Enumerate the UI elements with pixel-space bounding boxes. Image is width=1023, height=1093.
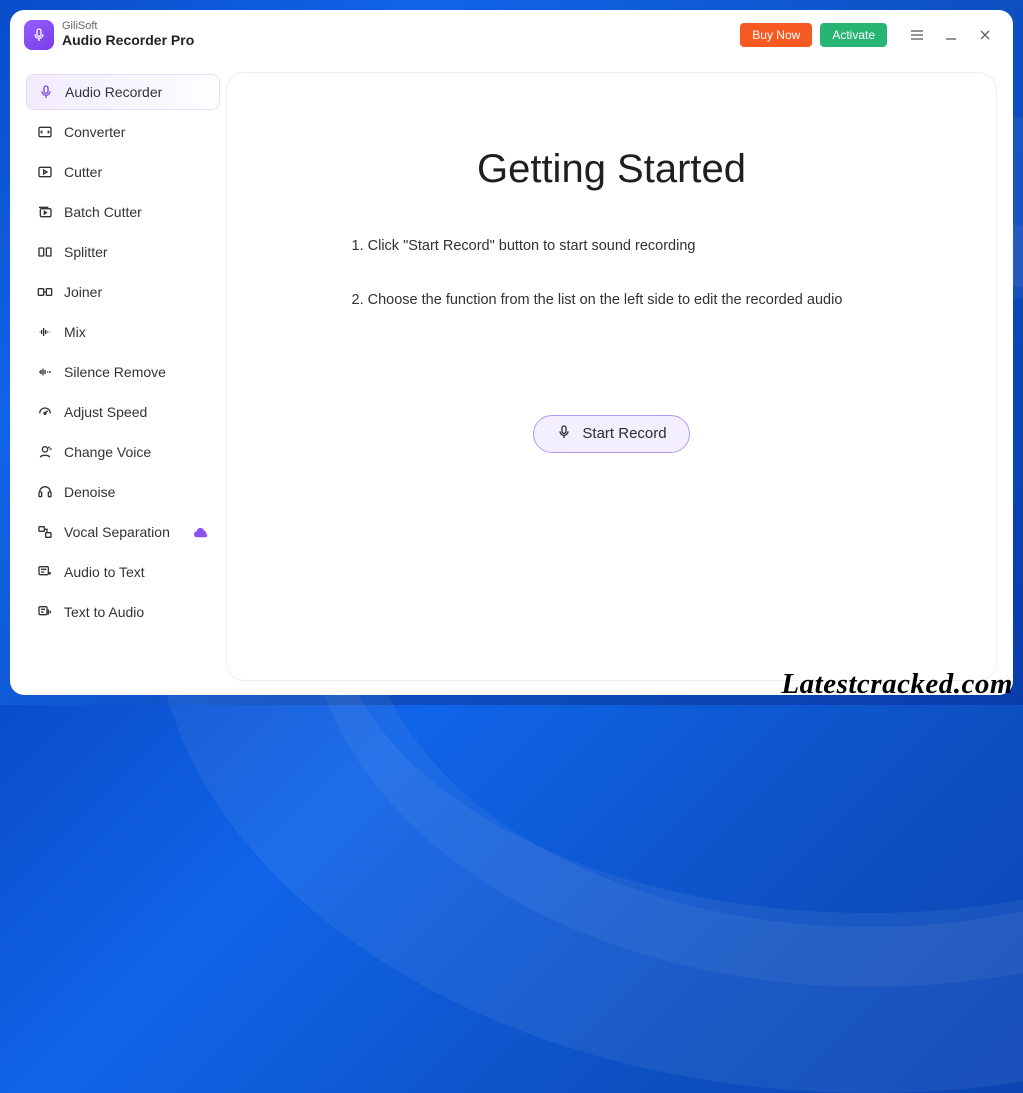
- app-logo: GiliSoft Audio Recorder Pro: [24, 20, 194, 50]
- sidebar-item-label: Converter: [64, 124, 125, 140]
- sidebar-item-label: Silence Remove: [64, 364, 166, 380]
- mix-icon: [36, 323, 54, 341]
- converter-icon: [36, 123, 54, 141]
- audio-to-text-icon: [36, 563, 54, 581]
- cloud-icon: [192, 525, 210, 539]
- instructions: 1. Click "Start Record" button to start …: [352, 236, 872, 345]
- batch-cutter-icon: [36, 203, 54, 221]
- sidebar-item-mix[interactable]: Mix: [26, 314, 220, 350]
- sidebar-item-label: Text to Audio: [64, 604, 144, 620]
- main-content: Getting Started 1. Click "Start Record" …: [220, 60, 1013, 695]
- sidebar-item-label: Batch Cutter: [64, 204, 142, 220]
- sidebar-item-label: Denoise: [64, 484, 115, 500]
- step-2: 2. Choose the function from the list on …: [352, 290, 872, 310]
- microphone-icon: [24, 20, 54, 50]
- sidebar-item-label: Joiner: [64, 284, 102, 300]
- splitter-icon: [36, 243, 54, 261]
- sidebar-item-label: Audio to Text: [64, 564, 145, 580]
- sidebar-item-joiner[interactable]: Joiner: [26, 274, 220, 310]
- text-to-audio-icon: [36, 603, 54, 621]
- start-record-button[interactable]: Start Record: [533, 415, 689, 453]
- start-record-label: Start Record: [582, 425, 666, 442]
- sidebar-item-cutter[interactable]: Cutter: [26, 154, 220, 190]
- step-1: 1. Click "Start Record" button to start …: [352, 236, 872, 256]
- close-button[interactable]: [971, 21, 999, 49]
- voice-icon: [36, 443, 54, 461]
- silence-remove-icon: [36, 363, 54, 381]
- sidebar-item-batch-cutter[interactable]: Batch Cutter: [26, 194, 220, 230]
- sidebar: Audio Recorder Converter Cutter Batch Cu…: [10, 60, 220, 695]
- sidebar-item-denoise[interactable]: Denoise: [26, 474, 220, 510]
- sidebar-item-label: Cutter: [64, 164, 102, 180]
- sidebar-item-adjust-speed[interactable]: Adjust Speed: [26, 394, 220, 430]
- page-title: Getting Started: [477, 147, 746, 192]
- sidebar-item-label: Splitter: [64, 244, 108, 260]
- minimize-button[interactable]: [937, 21, 965, 49]
- sidebar-item-vocal-separation[interactable]: Vocal Separation: [26, 514, 220, 550]
- sidebar-item-label: Audio Recorder: [65, 84, 162, 100]
- sidebar-item-silence-remove[interactable]: Silence Remove: [26, 354, 220, 390]
- menu-button[interactable]: [903, 21, 931, 49]
- cutter-icon: [36, 163, 54, 181]
- sidebar-item-converter[interactable]: Converter: [26, 114, 220, 150]
- watermark-text: Latestcracked.com: [781, 668, 1013, 701]
- sidebar-item-audio-recorder[interactable]: Audio Recorder: [26, 74, 220, 110]
- sidebar-item-change-voice[interactable]: Change Voice: [26, 434, 220, 470]
- sidebar-item-label: Change Voice: [64, 444, 151, 460]
- vocal-separation-icon: [36, 523, 54, 541]
- sidebar-item-audio-to-text[interactable]: Audio to Text: [26, 554, 220, 590]
- sidebar-item-text-to-audio[interactable]: Text to Audio: [26, 594, 220, 630]
- activate-button[interactable]: Activate: [820, 23, 887, 47]
- speed-icon: [36, 403, 54, 421]
- joiner-icon: [36, 283, 54, 301]
- microphone-icon: [556, 424, 572, 444]
- microphone-icon: [37, 83, 55, 101]
- buy-now-button[interactable]: Buy Now: [740, 23, 812, 47]
- sidebar-item-label: Adjust Speed: [64, 404, 147, 420]
- product-name: Audio Recorder Pro: [62, 32, 194, 48]
- titlebar: GiliSoft Audio Recorder Pro Buy Now Acti…: [10, 10, 1013, 60]
- denoise-icon: [36, 483, 54, 501]
- sidebar-item-label: Mix: [64, 324, 86, 340]
- window-controls: [903, 21, 999, 49]
- sidebar-item-splitter[interactable]: Splitter: [26, 234, 220, 270]
- app-window: GiliSoft Audio Recorder Pro Buy Now Acti…: [10, 10, 1013, 695]
- brand-name: GiliSoft: [62, 21, 194, 32]
- getting-started-card: Getting Started 1. Click "Start Record" …: [226, 72, 997, 681]
- sidebar-item-label: Vocal Separation: [64, 524, 170, 540]
